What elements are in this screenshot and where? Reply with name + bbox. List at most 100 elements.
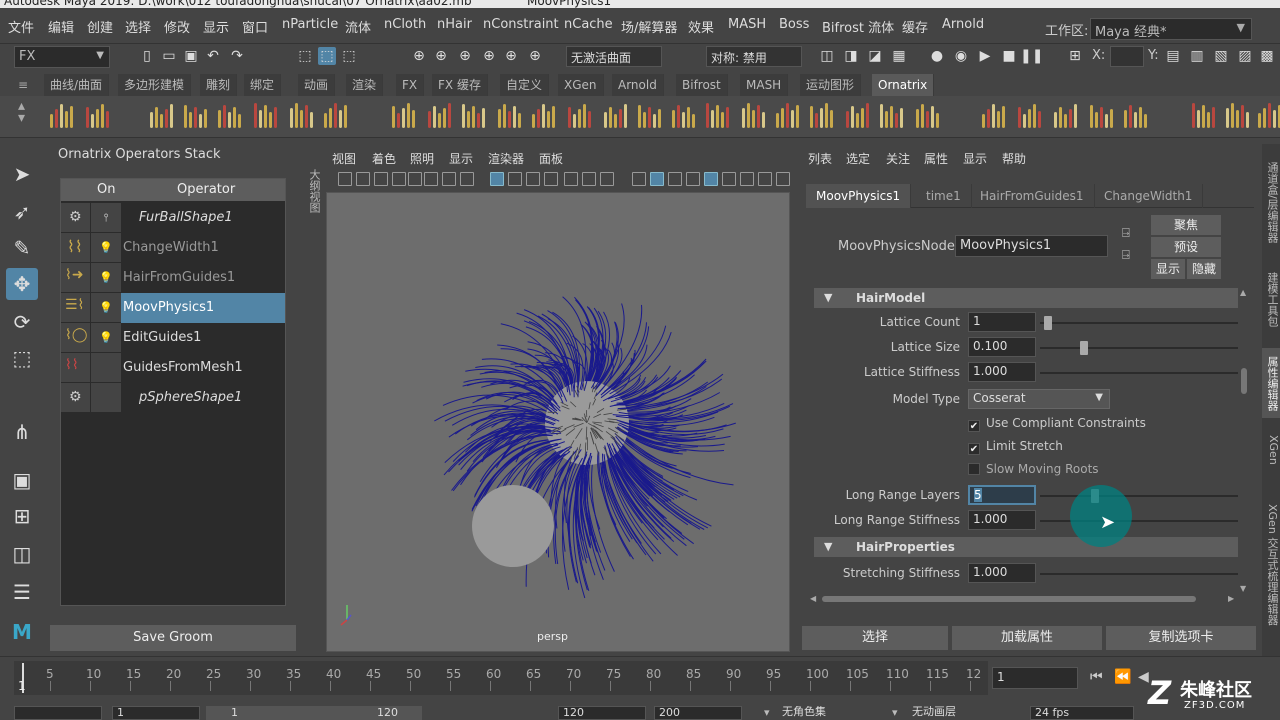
ornatrix-tool-icon[interactable] [458,100,488,132]
table-row[interactable]: ⚙ ⫯ FurBallShape1 [61,203,285,233]
show-button[interactable]: 显示 [1151,259,1185,279]
pin-icon[interactable]: ⫯ [91,203,121,233]
symmetry-field[interactable]: 对称: 禁用 [706,46,802,67]
vp-menu-renderer[interactable]: 渲染器 [488,150,524,167]
outliner-side-tab[interactable]: 大纲视图 [304,156,322,226]
viewport-3d[interactable]: persp [326,192,790,652]
undo-icon[interactable]: ↶ [204,47,222,65]
vp-menu-lighting[interactable]: 照明 [410,150,434,167]
menu-window[interactable]: 窗口 [242,17,268,36]
lattice-stiffness-slider[interactable] [1040,372,1238,374]
table-row[interactable]: ☰⌇ 💡 MoovPhysics1 [61,293,285,323]
ornatrix-tool-icon[interactable] [1014,100,1044,132]
ornatrix-tool-icon[interactable] [772,100,802,132]
lattice-count-slider[interactable] [1040,316,1238,330]
long-range-layers-field[interactable]: 5 [968,485,1036,505]
viewport-tool-icon[interactable] [374,172,388,186]
menu-modify[interactable]: 修改 [164,17,190,36]
select-hierarchy-icon[interactable]: ⬚ [296,47,314,65]
channel-box-icon[interactable]: ▤ [1164,47,1182,65]
menu-edit[interactable]: 编辑 [48,17,74,36]
scroll-down-icon[interactable]: ▼ [1240,584,1248,593]
menu-select[interactable]: 选择 [125,17,151,36]
menu-effects[interactable]: 效果 [688,17,714,36]
ipr-render-icon[interactable]: ◪ [866,47,884,65]
ornatrix-tool-icon[interactable] [180,100,210,132]
ornatrix-tool-icon[interactable] [876,100,906,132]
lattice-stiffness-field[interactable]: 1.000 [968,362,1036,382]
ornatrix-tool-icon[interactable] [1120,100,1150,132]
rotate-tool-icon[interactable]: ⟳ [6,306,38,338]
fps-select[interactable]: 24 fps [1030,706,1134,720]
copy-tab-button[interactable]: 复制选项卡 [1106,626,1256,650]
viewport-tool-icon[interactable] [460,172,474,186]
four-pane-icon[interactable]: ⊞ [6,500,38,532]
range-bar[interactable]: 1 120 [206,706,422,720]
shelf-tab-xgen[interactable]: XGen [558,74,604,96]
ornatrix-tool-icon[interactable] [1254,100,1280,132]
snap-point-icon[interactable]: ⊕ [456,47,474,65]
table-row[interactable]: ⌇➜ 💡 HairFromGuides1 [61,263,285,293]
presets-button[interactable]: 预设 [1151,237,1221,257]
shelf-tab-bifrost[interactable]: Bifrost [676,74,728,96]
viewport-tool-icon[interactable] [564,172,578,186]
viewport-tool-icon[interactable] [650,172,664,186]
ornatrix-tool-icon[interactable] [214,100,244,132]
viewport-tool-icon[interactable] [632,172,646,186]
ornatrix-tool-icon[interactable] [250,100,280,132]
on-cell[interactable] [91,353,121,383]
ornatrix-tool-icon[interactable] [388,100,418,132]
arnold-ipr-icon[interactable]: ▶ [976,47,994,65]
paint-select-icon[interactable]: ✎ [6,232,38,264]
start-time-field[interactable] [14,706,102,720]
long-range-stiffness-field[interactable]: 1.000 [968,510,1036,530]
tab-channel-box[interactable]: 通道盒/层编辑器 [1262,152,1280,252]
viewport-tool-icon[interactable] [338,172,352,186]
ornatrix-tool-icon[interactable] [564,100,594,132]
arnold-render-icon[interactable]: ◉ [952,47,970,65]
menu-ncache[interactable]: nCache [564,17,613,32]
ornatrix-tool-icon[interactable] [806,100,836,132]
two-pane-icon[interactable]: ◫ [6,538,38,570]
snap-surface-icon[interactable]: ⊕ [502,47,520,65]
open-scene-icon[interactable]: ▭ [160,47,178,65]
bulb-icon[interactable]: 💡 [91,323,121,353]
move-tool-icon[interactable]: ✥ [6,268,38,300]
ae-tab-hairfromguides[interactable]: HairFromGuides1 [970,184,1095,208]
snap-vertex-icon[interactable]: ⊕ [526,47,544,65]
viewport-tool-icon[interactable] [582,172,596,186]
snap-grid-icon[interactable]: ⊕ [410,47,428,65]
ornatrix-tool-icon[interactable] [634,100,664,132]
menu-bifrost-fluids[interactable]: Bifrost 流体 [822,17,894,36]
focus-button[interactable]: 聚焦 [1151,215,1221,235]
ae-menu-help[interactable]: 帮助 [1002,150,1026,167]
viewport-tool-icon[interactable] [424,172,438,186]
preset-arrow-icon[interactable]: ⍈ [1122,248,1130,263]
menu-display[interactable]: 显示 [203,17,229,36]
ae-menu-show[interactable]: 显示 [963,150,987,167]
ornatrix-tool-icon[interactable] [320,100,350,132]
model-type-select[interactable]: Cosserat ▼ [968,389,1110,409]
select-object-icon[interactable]: ⬚ [318,47,336,65]
go-to-start-icon[interactable]: ⏮ [1090,669,1103,685]
single-pane-icon[interactable]: ▣ [6,464,38,496]
ae-tab-moovphysics[interactable]: MoovPhysics1 [806,184,912,208]
viewport-tool-icon[interactable] [490,172,504,186]
scroll-right-icon[interactable]: ▶ [1228,594,1234,603]
render-settings-icon[interactable]: ▦ [890,47,908,65]
menu-nconstraint[interactable]: nConstraint [483,17,559,32]
long-range-layers-slider[interactable] [1040,489,1238,503]
slider-thumb[interactable] [1080,341,1088,355]
shelf-tab-animation[interactable]: 动画 [298,74,336,96]
viewport-tool-icon[interactable] [408,172,422,186]
lasso-tool-icon[interactable]: ➶ [6,196,38,228]
ornatrix-tool-icon[interactable] [702,100,732,132]
ae-menu-list[interactable]: 列表 [808,150,832,167]
ornatrix-tool-icon[interactable] [286,100,316,132]
current-frame-field[interactable]: 1 [992,667,1078,689]
viewport-tool-icon[interactable] [722,172,736,186]
viewport-tool-icon[interactable] [544,172,558,186]
vp-menu-show[interactable]: 显示 [449,150,473,167]
timeline-bar[interactable]: 1 5 10 15 20 25 30 35 40 45 50 55 60 65 70 75 80 85 90 95 1… [14,661,988,695]
playback-end-field[interactable]: 120 [558,706,646,720]
